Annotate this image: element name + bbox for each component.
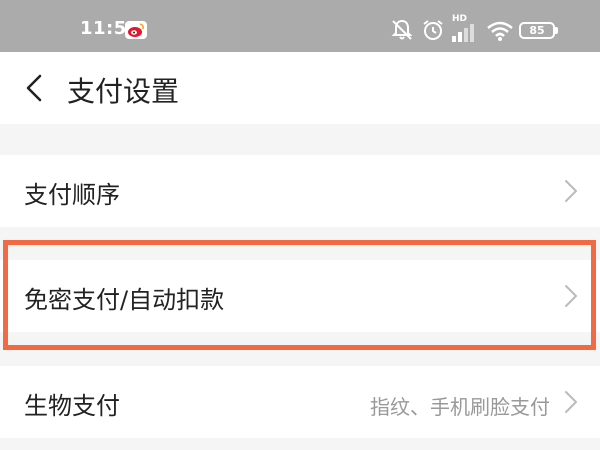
- network-label: HD: [452, 14, 468, 24]
- row-biometric-payment[interactable]: 生物支付 指纹、手机刷脸支付: [0, 366, 600, 438]
- signal-icon: [452, 24, 474, 42]
- status-bar: 11:51 HD 85: [0, 0, 600, 52]
- chevron-left-icon: [26, 74, 42, 102]
- chevron-right-icon: [565, 285, 577, 307]
- chevron-right-icon: [565, 391, 577, 413]
- battery-icon: 85: [519, 22, 555, 39]
- battery-tip: [555, 27, 558, 34]
- wifi-icon: [487, 21, 513, 41]
- row-label: 免密支付/自动扣款: [24, 286, 225, 314]
- row-value: 指纹、手机刷脸支付: [370, 395, 550, 419]
- row-password-free-payment[interactable]: 免密支付/自动扣款: [0, 260, 600, 332]
- back-button[interactable]: [18, 68, 54, 108]
- mute-icon: [391, 19, 413, 40]
- weibo-icon: [125, 21, 147, 39]
- page-title: 支付设置: [67, 75, 180, 108]
- row-label: 支付顺序: [24, 181, 120, 209]
- row-label: 生物支付: [24, 392, 120, 420]
- alarm-icon: [423, 20, 443, 40]
- battery-level: 85: [529, 24, 545, 37]
- nav-bar: 支付设置: [0, 52, 600, 124]
- chevron-right-icon: [565, 180, 577, 202]
- row-payment-order[interactable]: 支付顺序: [0, 155, 600, 227]
